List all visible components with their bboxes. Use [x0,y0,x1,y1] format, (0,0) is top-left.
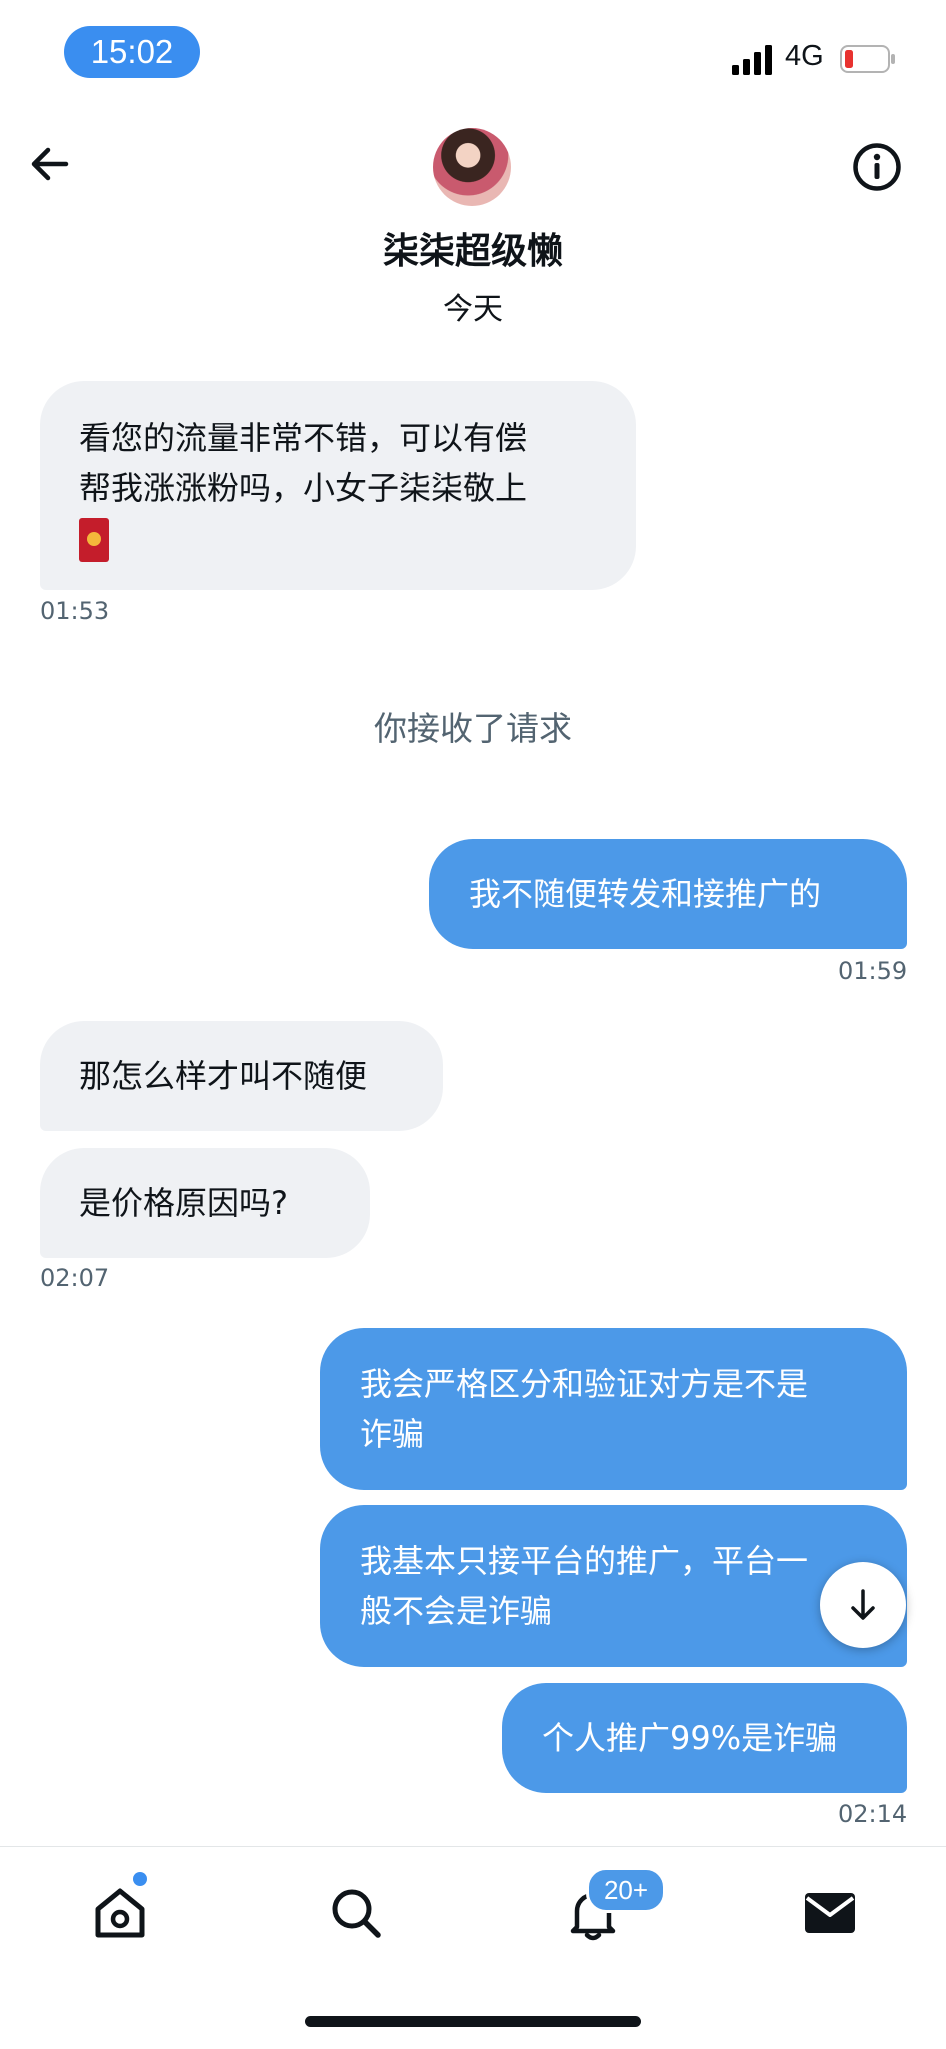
message-text-line: 我基本只接平台的推广，平台一 [360,1542,809,1580]
incoming-message[interactable]: 是价格原因吗? [40,1148,370,1258]
outgoing-message[interactable]: 我会严格区分和验证对方是不是 诈骗 [320,1328,907,1490]
message-text-line: 我会严格区分和验证对方是不是 [360,1365,809,1403]
message-text-line: 帮我涨涨粉吗，小女子柒柒敬上 [79,469,528,507]
message-timestamp: 02:14 [838,1800,908,1828]
home-indicator [305,2016,641,2027]
battery-low-icon [840,45,895,73]
outgoing-message[interactable]: 我基本只接平台的推广，平台一 般不会是诈骗 [320,1505,907,1667]
message-timestamp: 01:59 [838,957,908,985]
conversation-name: 柒柒超级懒 [382,231,563,272]
status-time: 15:02 [64,26,200,78]
message-text: 个人推广99%是诈骗 [542,1719,838,1757]
signal-strength-icon [732,45,772,75]
notifications-badge: 20+ [586,1867,666,1913]
message-timestamp: 02:07 [40,1264,110,1292]
mail-icon[interactable] [800,1883,860,1943]
message-text: 是价格原因吗? [79,1184,288,1222]
message-text: 我不随便转发和接推广的 [469,875,822,913]
red-envelope-icon [79,518,109,562]
network-type: 4G [785,40,824,72]
arrow-down-icon [851,1589,875,1620]
incoming-message[interactable]: 看您的流量非常不错，可以有偿 帮我涨涨粉吗，小女子柒柒敬上 [40,381,636,590]
outgoing-message[interactable]: 我不随便转发和接推广的 [429,839,907,949]
search-icon[interactable] [326,1883,386,1943]
message-text-line: 诈骗 [360,1415,425,1453]
home-notification-dot [133,1872,147,1886]
system-message: 你接收了请求 [374,709,572,748]
home-icon[interactable] [90,1883,150,1943]
scroll-to-bottom-button[interactable] [820,1562,906,1648]
status-bar: 15:02 4G [0,0,946,120]
avatar[interactable] [433,128,511,206]
back-arrow-icon[interactable] [26,140,74,188]
date-separator: 今天 [443,292,503,327]
outgoing-message[interactable]: 个人推广99%是诈骗 [502,1683,907,1793]
message-text-line: 看您的流量非常不错，可以有偿 [79,419,528,457]
message-timestamp: 01:53 [40,597,110,625]
incoming-message[interactable]: 那怎么样才叫不随便 [40,1021,443,1131]
message-text: 那怎么样才叫不随便 [79,1057,368,1095]
info-icon[interactable] [852,142,902,192]
